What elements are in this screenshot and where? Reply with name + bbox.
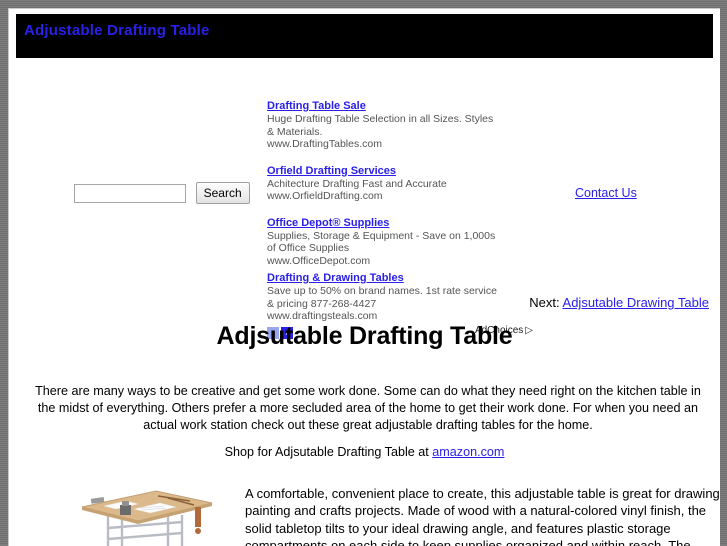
ad-display-url[interactable]: www.OrfieldDrafting.com	[267, 190, 505, 203]
ad-description: Huge Drafting Table Selection in all Siz…	[267, 113, 494, 138]
ad-unit: Drafting Table Sale Huge Drafting Table …	[267, 97, 505, 151]
next-page-nav: Next: Adjsutable Drawing Table	[9, 295, 709, 310]
ad-display-url[interactable]: www.draftingsteals.com	[267, 310, 505, 323]
drafting-table-illustration	[64, 479, 224, 546]
ad-display-url[interactable]: www.DraftingTables.com	[267, 138, 505, 151]
ad-description: Supplies, Storage & Equipment - Save on …	[267, 229, 496, 255]
ad-unit: Office Depot® Supplies Supplies, Storage…	[267, 214, 505, 268]
site-search: Search	[74, 182, 250, 204]
product-image	[64, 479, 224, 546]
ad-title-link[interactable]: Drafting & Drawing Tables	[267, 271, 404, 285]
ad-title-link[interactable]: Office Depot® Supplies	[267, 216, 389, 230]
search-button[interactable]: Search	[195, 182, 250, 204]
ad-title-link[interactable]: Orfield Drafting Services	[267, 164, 396, 178]
ad-title-link[interactable]: Drafting Table Sale	[267, 99, 366, 113]
contact-us-link[interactable]: Contact Us	[575, 186, 637, 200]
shop-line: Shop for Adjsutable Drafting Table at am…	[9, 445, 720, 459]
intro-paragraph: There are many ways to be creative and g…	[35, 384, 701, 432]
site-masthead: Adjustable Drafting Table	[16, 14, 713, 58]
product-description: A comfortable, convenient place to creat…	[245, 486, 720, 546]
amazon-link[interactable]: amazon.com	[432, 445, 504, 459]
web-page: Adjustable Drafting Table Search Draftin…	[8, 8, 720, 546]
next-prefix-label: Next:	[529, 295, 563, 310]
page-title: Adjsutable Drafting Table	[216, 322, 513, 350]
ad-unit: Orfield Drafting Services Achitecture Dr…	[267, 162, 505, 203]
shop-prefix-label: Shop for Adjsutable Drafting Table at	[224, 445, 433, 459]
ad-display-url[interactable]: www.OfficeDepot.com	[267, 255, 505, 268]
ad-description: Achitecture Drafting Fast and Accurate	[267, 177, 447, 190]
search-input[interactable]	[74, 183, 186, 203]
next-page-link[interactable]: Adjsutable Drawing Table	[563, 295, 709, 310]
site-title: Adjustable Drafting Table	[24, 22, 210, 39]
desktop-background: Adjustable Drafting Table Search Draftin…	[0, 0, 727, 546]
